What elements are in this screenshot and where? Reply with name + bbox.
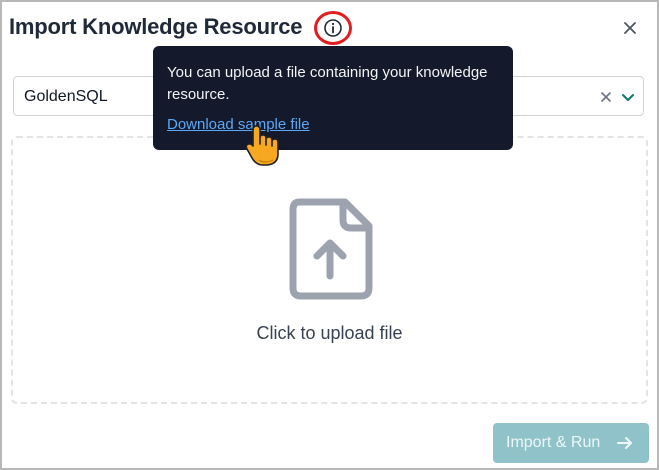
close-icon[interactable] xyxy=(618,16,642,40)
file-upload-icon xyxy=(289,198,373,300)
pointing-hand-cursor-icon xyxy=(245,125,279,166)
info-button[interactable] xyxy=(314,11,352,45)
import-and-run-button[interactable]: Import & Run xyxy=(493,423,649,463)
resource-type-value: GoldenSQL xyxy=(24,88,108,105)
import-knowledge-dialog: Import Knowledge Resource GoldenSQL Clic… xyxy=(0,0,659,470)
tooltip-text: You can upload a file containing your kn… xyxy=(167,64,488,103)
import-button-label: Import & Run xyxy=(506,434,601,451)
info-icon xyxy=(324,19,342,37)
info-tooltip: You can upload a file containing your kn… xyxy=(153,46,513,150)
arrow-right-icon xyxy=(617,437,632,449)
file-upload-dropzone[interactable]: Click to upload file xyxy=(11,136,648,404)
chevron-down-icon[interactable] xyxy=(619,88,637,106)
clear-icon[interactable] xyxy=(597,88,615,106)
dialog-title: Import Knowledge Resource xyxy=(9,14,303,39)
upload-label: Click to upload file xyxy=(256,323,403,343)
